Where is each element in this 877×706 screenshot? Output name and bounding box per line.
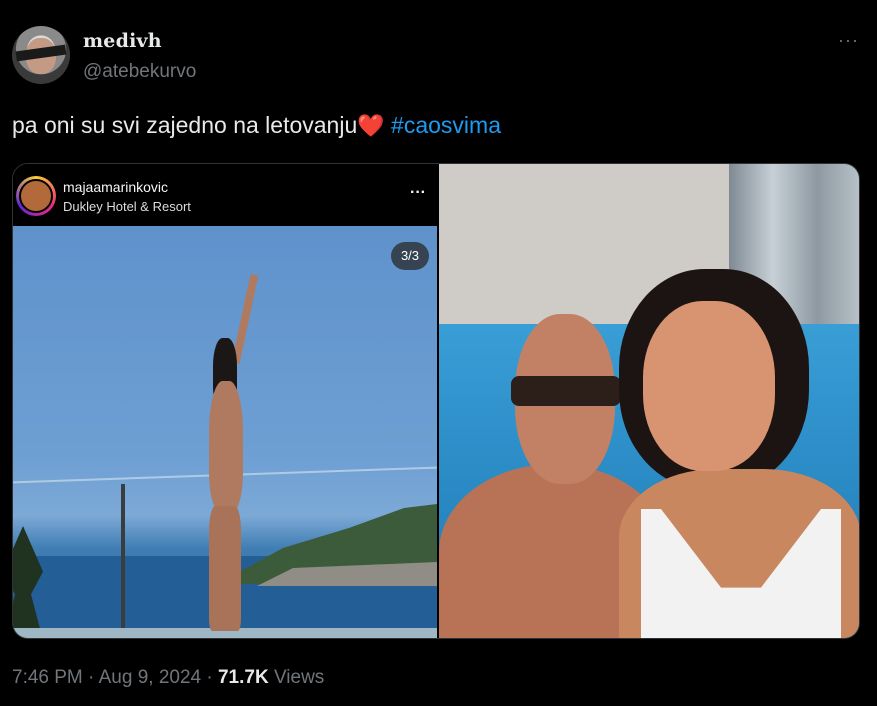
media-grid: majaamarinkovic Dukley Hotel & Resort ··… <box>12 163 860 639</box>
media-image-right[interactable] <box>439 164 859 638</box>
tweet-body: pa oni su svi zajedno na letovanju <box>12 112 358 138</box>
more-options-icon[interactable]: ··· <box>838 30 859 51</box>
instagram-more-icon: ··· <box>410 184 426 201</box>
tweet-date[interactable]: Aug 9, 2024 <box>99 667 201 688</box>
railing-post <box>121 484 125 634</box>
views-label: Views <box>273 667 325 688</box>
woman-figure <box>619 269 859 638</box>
instagram-username: majaamarinkovic <box>63 179 169 195</box>
views-count: 71.7K <box>217 667 269 688</box>
display-name[interactable]: medivh <box>83 30 162 52</box>
hashtag-link[interactable]: #caosvima <box>391 112 501 138</box>
meta-separator: · <box>88 667 95 688</box>
user-handle[interactable]: @atebekurvo <box>83 61 196 83</box>
instagram-avatar <box>16 176 56 216</box>
instagram-post-header: majaamarinkovic Dukley Hotel & Resort ··… <box>13 164 437 226</box>
carousel-counter: 3/3 <box>391 242 429 270</box>
tweet-time[interactable]: 7:46 PM <box>12 667 83 688</box>
meta-separator-2: · <box>206 667 213 688</box>
beach-photo: 3/3 <box>13 226 437 638</box>
heart-emoji-icon: ❤️ <box>357 113 385 138</box>
media-image-left[interactable]: majaamarinkovic Dukley Hotel & Resort ··… <box>13 164 437 638</box>
author-avatar[interactable] <box>12 26 70 84</box>
instagram-location: Dukley Hotel & Resort <box>63 199 191 214</box>
person-figure <box>203 274 259 636</box>
tweet-text: pa oni su svi zajedno na letovanju❤️ #ca… <box>12 112 501 139</box>
tweet-meta: 7:46 PM · Aug 9, 2024 · 71.7K Views <box>12 667 324 689</box>
